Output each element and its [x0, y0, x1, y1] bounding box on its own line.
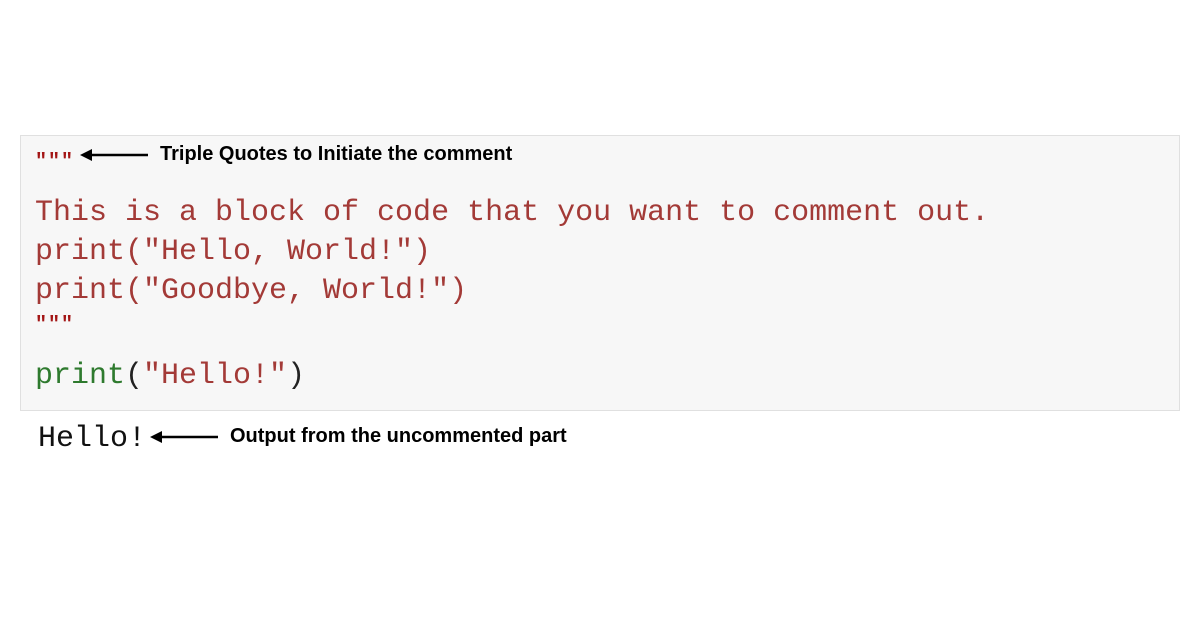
annotation-triple-quotes: Triple Quotes to Initiate the comment: [80, 143, 512, 166]
spacer: [35, 178, 1165, 194]
active-print-line: print("Hello!"): [35, 357, 1165, 396]
output-text: Hello!: [38, 422, 146, 456]
paren-open: (: [125, 359, 143, 393]
paren-close: ): [287, 359, 305, 393]
annotation-top-text: Triple Quotes to Initiate the comment: [160, 143, 512, 166]
arrow-left-icon: [80, 147, 150, 163]
annotation-bottom-text: Output from the uncommented part: [230, 425, 567, 448]
arrow-left-icon: [150, 429, 220, 445]
comment-line-3: print("Goodbye, World!"): [35, 272, 1165, 311]
code-block: """ This is a block of code that you wan…: [20, 135, 1180, 411]
annotation-output: Output from the uncommented part: [150, 425, 567, 448]
string-literal: "Hello!": [143, 359, 287, 393]
triple-quote-close: """: [35, 311, 1165, 341]
spacer: [35, 341, 1165, 357]
comment-line-1: This is a block of code that you want to…: [35, 194, 1165, 233]
print-fn: print: [35, 359, 125, 393]
comment-line-2: print("Hello, World!"): [35, 233, 1165, 272]
